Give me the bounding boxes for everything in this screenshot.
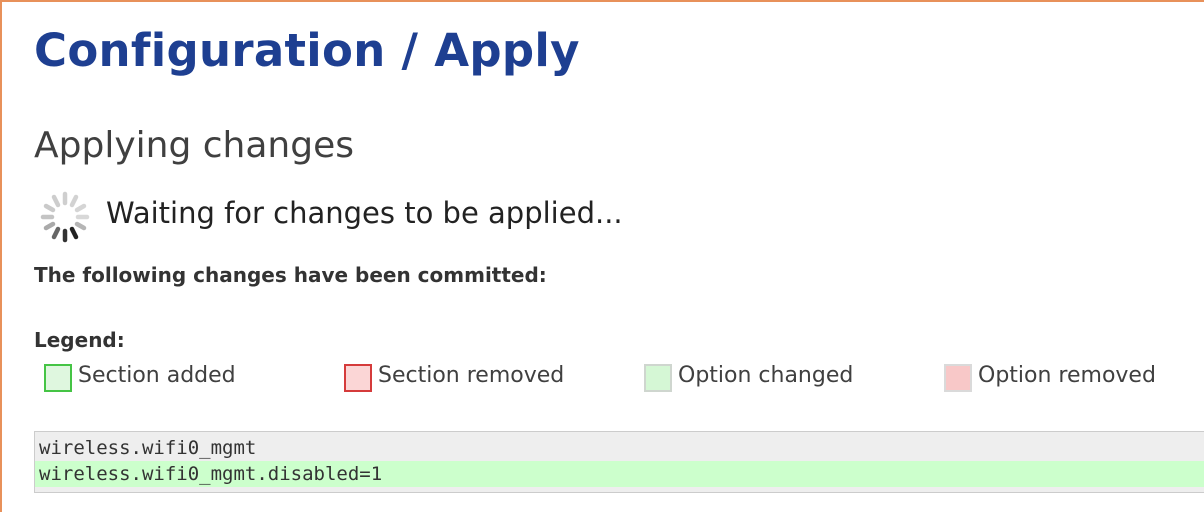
committed-title: The following changes have been committe… <box>34 263 547 287</box>
apply-page: Configuration / Apply Applying changes W… <box>0 0 1204 512</box>
legend-item-option-removed: Option removed <box>944 360 1156 396</box>
change-line-section: wireless.wifi0_mgmt <box>39 437 257 459</box>
option-changed-swatch <box>644 364 672 392</box>
section-added-swatch <box>44 364 72 392</box>
status-text: Waiting for changes to be applied... <box>106 196 623 230</box>
legend-item-section-removed: Section removed <box>344 360 564 396</box>
loading-spinner-icon <box>34 186 98 246</box>
status-row: Waiting for changes to be applied... <box>34 186 623 246</box>
change-line-option-changed: wireless.wifi0_mgmt.disabled=1 <box>35 461 1204 487</box>
legend-item-option-changed: Option changed <box>644 360 853 396</box>
changes-list: wireless.wifi0_mgmt wireless.wifi0_mgmt.… <box>34 431 1204 493</box>
legend-label: Section added <box>78 362 236 388</box>
option-removed-swatch <box>944 364 972 392</box>
legend-item-section-added: Section added <box>44 360 236 396</box>
page-title: Configuration / Apply <box>34 24 580 77</box>
legend-label: Option removed <box>978 362 1156 388</box>
legend-title: Legend: <box>34 328 125 352</box>
legend-label: Option changed <box>678 362 854 388</box>
legend-label: Section removed <box>378 362 565 388</box>
section-heading: Applying changes <box>34 125 354 166</box>
section-removed-swatch <box>344 364 372 392</box>
